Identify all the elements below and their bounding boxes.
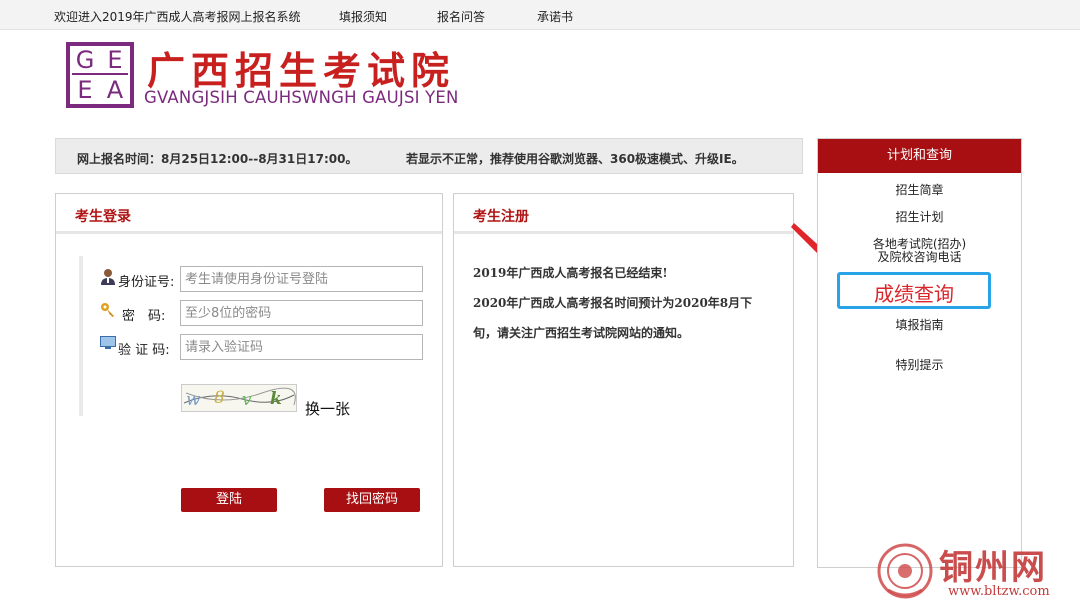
key-icon [101,303,114,317]
sidebar-item-contacts-line2[interactable]: 及院校咨询电话 [818,251,1021,264]
login-panel-header: 考生登录 [56,194,442,234]
captcha-image[interactable]: w 8 v k [181,384,297,412]
register-notice-line: 2020年广西成人高考报名时间预计为2020年8月下 [473,296,753,310]
sidebar-item-special-notice[interactable]: 特别提示 [818,359,1021,372]
captcha-label: 验 证 码: [118,343,170,358]
register-title: 考生注册 [473,209,529,225]
logo-letter: E [107,46,123,74]
captcha-char: v [242,390,252,410]
captcha-graphic: w 8 v k [183,387,296,410]
logo-letter: G [75,46,95,74]
welcome-text: 欢迎进入2019年广西成人高考报网上报名系统 [54,10,301,24]
site-title-en: GVANGJSIH CAUHSWNGH GAUJSI YEN [144,88,459,107]
logo-letter: A [106,76,124,104]
captcha-refresh-link[interactable]: 换一张 [305,398,350,419]
id-number-input[interactable] [180,266,423,292]
sidebar-title: 计划和查询 [818,139,1021,173]
top-bar: 欢迎进入2019年广西成人高考报网上报名系统 填报须知 报名问答 承诺书 [0,0,1080,30]
captcha-char: k [270,389,282,409]
watermark-seal-icon [877,543,933,599]
sidebar-item-score-query[interactable]: 成绩查询 [840,278,988,307]
register-notice-line: 旬，请关注广西招生考试院网站的通知。 [473,326,690,340]
captcha-char: 8 [214,388,225,408]
login-panel: 考生登录 身份证号: 密 码: 验 证 码: w [55,193,443,567]
sidebar-item-brochure[interactable]: 招生简章 [818,184,1021,197]
register-notice-line: 2019年广西成人高考报名已经结束! [473,266,668,280]
nav-link-fill-notice[interactable]: 填报须知 [339,10,387,24]
id-label: 身份证号: [118,275,175,290]
watermark-name: 铜州网 [939,548,1047,588]
captcha-input[interactable] [180,334,423,360]
forgot-password-button[interactable]: 找回密码 [324,488,420,512]
logo-letter: E [77,76,93,104]
login-side-rule [79,256,83,416]
browser-tip: 若显示不正常，推荐使用谷歌浏览器、360极速模式、升级IE。 [406,152,744,166]
password-label: 密 码: [122,309,166,324]
watermark: 铜州网 www.bltzw.com [876,540,1076,602]
query-sidebar: 计划和查询 招生简章 招生计划 各地考试院(招办) 及院校咨询电话 成绩查询 填… [817,138,1022,568]
score-query-highlight[interactable]: 成绩查询 [837,272,991,309]
monitor-icon [100,336,116,349]
nav-link-commitment[interactable]: 承诺书 [537,10,573,24]
captcha-char: w [186,390,201,410]
login-title: 考生登录 [75,209,131,225]
password-input[interactable] [180,300,423,326]
user-icon [101,269,115,285]
sidebar-item-plan[interactable]: 招生计划 [818,211,1021,224]
register-panel: 考生注册 2019年广西成人高考报名已经结束! 2020年广西成人高考报名时间预… [453,193,794,567]
sidebar-item-guide[interactable]: 填报指南 [818,319,1021,332]
watermark-url: www.bltzw.com [948,584,1050,599]
register-panel-header: 考生注册 [454,194,793,234]
login-button[interactable]: 登陆 [181,488,277,512]
registration-time: 网上报名时间：8月25日12:00--8月31日17:00。 [77,152,358,166]
nav-link-faq[interactable]: 报名问答 [437,10,485,24]
site-title-cn: 广西招生考试院 [147,48,456,93]
logo-mark: G E E A [66,42,134,108]
notice-strip: 网上报名时间：8月25日12:00--8月31日17:00。 若显示不正常，推荐… [55,138,803,174]
